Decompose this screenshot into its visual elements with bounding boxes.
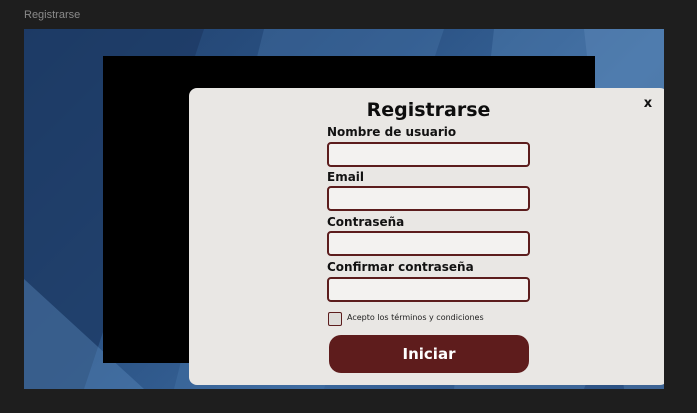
frame-title: Registrarse bbox=[24, 9, 81, 21]
password-input[interactable] bbox=[327, 231, 530, 256]
close-button[interactable]: x bbox=[640, 96, 656, 112]
email-label: Email bbox=[327, 170, 365, 184]
terms-checkbox[interactable] bbox=[328, 312, 342, 326]
modal-title: Registrarse bbox=[366, 99, 491, 121]
terms-label: Acepto los términos y condiciones bbox=[347, 313, 484, 322]
modal-border: Registrarse x Nombre de usuario Email Co… bbox=[103, 56, 664, 385]
email-input[interactable] bbox=[327, 186, 530, 211]
confirm-password-label: Confirmar contraseña bbox=[327, 260, 474, 274]
submit-button[interactable]: Iniciar bbox=[329, 335, 529, 373]
canvas-background: Registrarse x Nombre de usuario Email Co… bbox=[24, 29, 664, 389]
register-modal: Registrarse x Nombre de usuario Email Co… bbox=[189, 88, 664, 385]
username-input[interactable] bbox=[327, 142, 530, 167]
username-label: Nombre de usuario bbox=[327, 125, 457, 139]
password-label: Contraseña bbox=[327, 215, 405, 229]
confirm-password-input[interactable] bbox=[327, 277, 530, 302]
